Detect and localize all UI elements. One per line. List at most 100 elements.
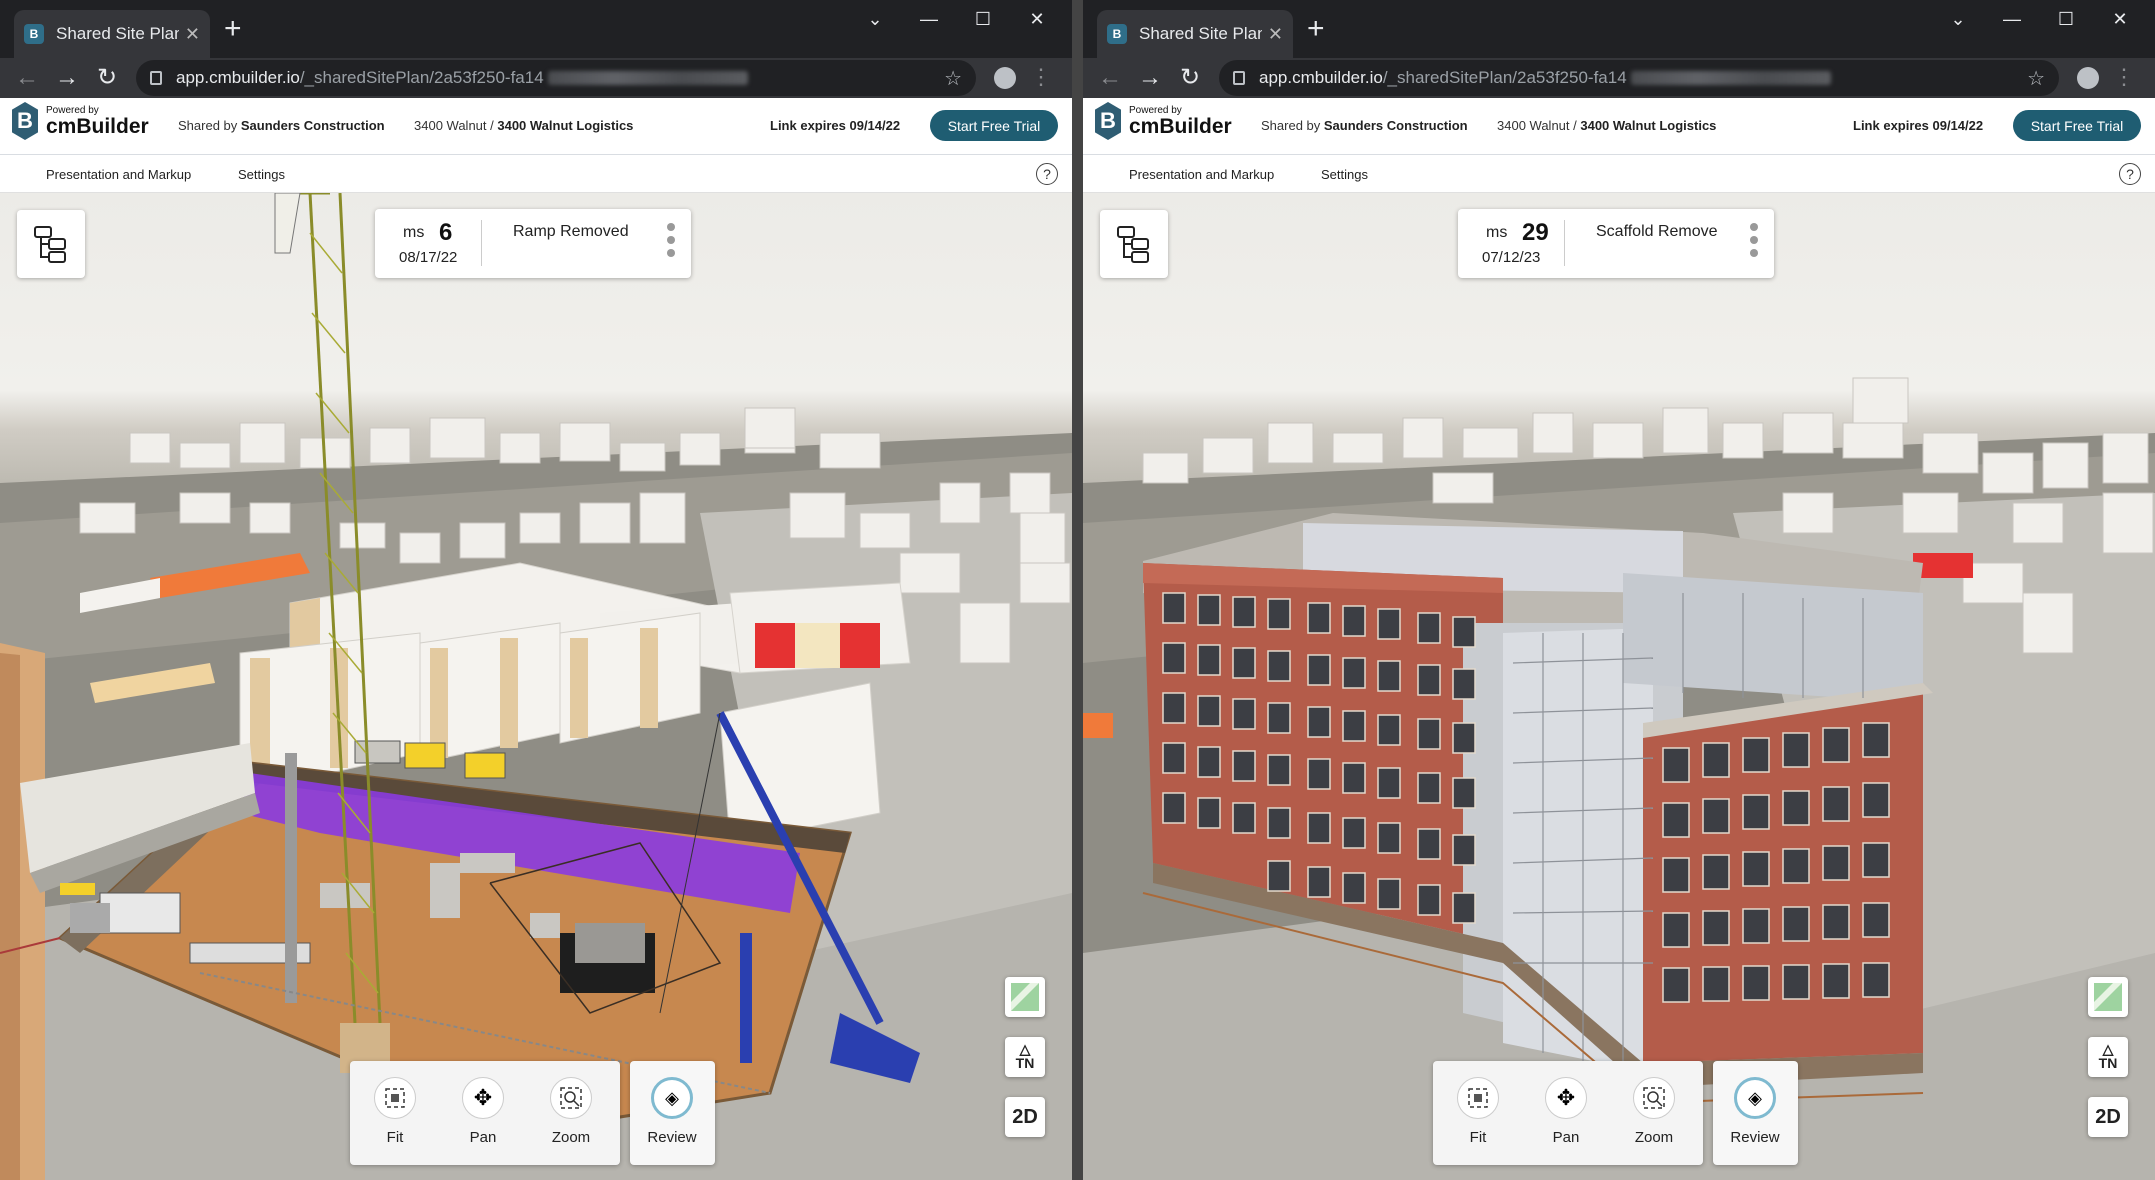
start-free-trial-button[interactable]: Start Free Trial (930, 110, 1058, 141)
review-button[interactable]: ◈ Review (630, 1061, 715, 1165)
shared-by: Shared by Saunders Construction (1261, 118, 1468, 133)
browser-menu-icon[interactable]: ⋮ (1030, 63, 1052, 91)
minimize-icon[interactable]: — (1985, 6, 2039, 32)
forward-icon[interactable]: → (52, 62, 82, 94)
browser-window-left: B Shared Site Plans - ✕ + ⌄ — ☐ ✕ ← → ↻ … (0, 0, 1072, 1180)
map-thumbnail-icon (2094, 983, 2122, 1011)
browser-window-right: B Shared Site Plans - ✕ + ⌄ — ☐ ✕ ← → ↻ … (1083, 0, 2155, 1180)
reload-icon[interactable]: ↻ (1175, 62, 1205, 94)
milestone-menu-icon[interactable] (1750, 223, 1758, 257)
fit-icon (1457, 1077, 1499, 1119)
divider (481, 220, 482, 266)
fit-button[interactable]: Fit (1448, 1077, 1508, 1146)
review-icon: ◈ (651, 1077, 693, 1119)
fit-label: Fit (386, 1129, 404, 1146)
star-icon[interactable]: ☆ (944, 66, 962, 91)
back-icon[interactable]: ← (1095, 62, 1125, 94)
2d-toggle-button[interactable]: 2D (2088, 1097, 2128, 1137)
north-arrow-icon: △ (2102, 1041, 2114, 1057)
back-icon[interactable]: ← (12, 62, 42, 94)
maximize-icon[interactable]: ☐ (2039, 6, 2093, 32)
close-window-icon[interactable]: ✕ (2093, 6, 2147, 32)
window-controls: ⌄ — ☐ ✕ (1931, 6, 2147, 32)
pan-label: Pan (469, 1129, 497, 1146)
lock-icon (150, 71, 162, 85)
milestone-card[interactable]: ms 29 07/12/23 Scaffold Remove (1458, 209, 1774, 278)
shared-by: Shared by Saunders Construction (178, 118, 385, 133)
review-button[interactable]: ◈ Review (1713, 1061, 1798, 1165)
north-button[interactable]: △ TN (1005, 1037, 1045, 1077)
zoom-label: Zoom (551, 1129, 591, 1146)
brand-name: cmBuilder (46, 114, 149, 138)
milestone-card[interactable]: ms 6 08/17/22 Ramp Removed (375, 209, 691, 278)
help-icon[interactable]: ? (1036, 163, 1058, 185)
menu-bar: Presentation and Markup Settings ? (1083, 155, 2155, 193)
zoom-button[interactable]: Zoom (541, 1077, 601, 1146)
hierarchy-button[interactable] (17, 210, 85, 278)
new-tab-icon[interactable]: + (1307, 14, 1325, 44)
reload-icon[interactable]: ↻ (92, 62, 122, 94)
milestone-number: 6 (439, 219, 453, 246)
review-label: Review (647, 1129, 697, 1146)
minimize-icon[interactable]: — (902, 6, 956, 32)
shared-by-company: Saunders Construction (1323, 118, 1468, 133)
app-header: B Powered by cmBuilder Shared by Saunder… (0, 98, 1072, 155)
menu-presentation-markup[interactable]: Presentation and Markup (1129, 167, 1274, 182)
north-label: TN (1015, 1055, 1035, 1071)
app-header: B Powered by cmBuilder Shared by Saunder… (1083, 98, 2155, 155)
project-breadcrumb: 3400 Walnut / 3400 Walnut Logistics (414, 118, 633, 133)
profile-icon[interactable] (994, 67, 1016, 89)
url-host: app.cmbuilder.io (1259, 68, 1383, 87)
help-icon[interactable]: ? (2119, 163, 2141, 185)
redacted-url (547, 71, 748, 85)
milestone-date: 08/17/22 (399, 249, 458, 266)
tab-strip: B Shared Site Plans - ✕ + ⌄ — ☐ ✕ (0, 0, 1072, 58)
zoom-icon (1633, 1077, 1675, 1119)
pan-icon: ✥ (1545, 1077, 1587, 1119)
cmbuilder-logo-icon: B (1095, 102, 1121, 140)
basemap-button[interactable] (2088, 977, 2128, 1017)
browser-tab[interactable]: B Shared Site Plans - ✕ (1097, 10, 1293, 58)
menu-presentation-markup[interactable]: Presentation and Markup (46, 167, 191, 182)
2d-toggle-button[interactable]: 2D (1005, 1097, 1045, 1137)
forward-icon[interactable]: → (1135, 62, 1165, 94)
navigation-toolbar: Fit ✥ Pan Zoom (1433, 1061, 1703, 1165)
menu-settings[interactable]: Settings (238, 167, 285, 182)
hierarchy-button[interactable] (1100, 210, 1168, 278)
review-icon: ◈ (1734, 1077, 1776, 1119)
profile-icon[interactable] (2077, 67, 2099, 89)
pan-label: Pan (1552, 1129, 1580, 1146)
start-free-trial-button[interactable]: Start Free Trial (2013, 110, 2141, 141)
milestone-menu-icon[interactable] (667, 223, 675, 257)
menu-settings[interactable]: Settings (1321, 167, 1368, 182)
pan-button[interactable]: ✥ Pan (453, 1077, 513, 1146)
tab-search-icon[interactable]: ⌄ (1931, 6, 1985, 32)
3d-viewport[interactable]: ms 6 08/17/22 Ramp Removed △ TN 2D Fit ✥… (0, 193, 1072, 1180)
hierarchy-icon (1117, 226, 1149, 263)
3d-viewport[interactable]: ms 29 07/12/23 Scaffold Remove △ TN 2D F… (1083, 193, 2155, 1180)
browser-tab[interactable]: B Shared Site Plans - ✕ (14, 10, 210, 58)
url-field[interactable]: app.cmbuilder.io /_sharedSitePlan/2a53f2… (1219, 60, 2059, 96)
milestone-name: Ramp Removed (513, 223, 629, 240)
url-field[interactable]: app.cmbuilder.io /_sharedSitePlan/2a53f2… (136, 60, 976, 96)
tab-search-icon[interactable]: ⌄ (848, 6, 902, 32)
powered-by-label: Powered by (46, 104, 99, 116)
new-tab-icon[interactable]: + (224, 14, 242, 44)
project-name[interactable]: 3400 Walnut / (1497, 118, 1577, 133)
star-icon[interactable]: ☆ (2027, 66, 2045, 91)
north-button[interactable]: △ TN (2088, 1037, 2128, 1077)
tab-strip: B Shared Site Plans - ✕ + ⌄ — ☐ ✕ (1083, 0, 2155, 58)
browser-menu-icon[interactable]: ⋮ (2113, 63, 2135, 91)
project-name[interactable]: 3400 Walnut / (414, 118, 494, 133)
zoom-button[interactable]: Zoom (1624, 1077, 1684, 1146)
maximize-icon[interactable]: ☐ (956, 6, 1010, 32)
close-tab-icon[interactable]: ✕ (1268, 24, 1283, 45)
pan-button[interactable]: ✥ Pan (1536, 1077, 1596, 1146)
fit-label: Fit (1469, 1129, 1487, 1146)
cmbuilder-logo: B Powered by cmBuilder (12, 102, 149, 140)
fit-button[interactable]: Fit (365, 1077, 425, 1146)
hierarchy-icon (34, 226, 66, 263)
close-tab-icon[interactable]: ✕ (185, 24, 200, 45)
basemap-button[interactable] (1005, 977, 1045, 1017)
close-window-icon[interactable]: ✕ (1010, 6, 1064, 32)
